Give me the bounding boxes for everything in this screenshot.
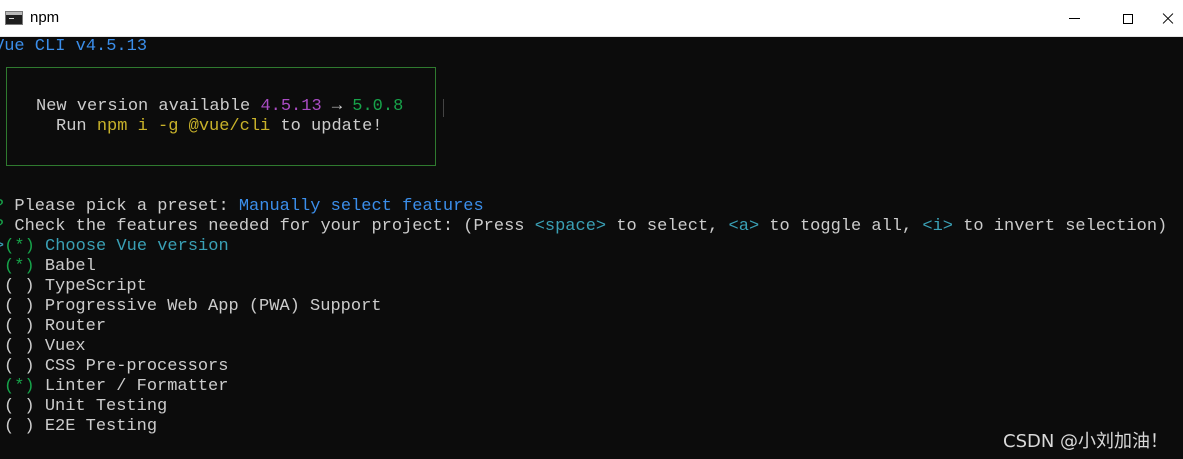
- close-button[interactable]: [1153, 0, 1183, 37]
- option-label: Unit Testing: [44, 397, 168, 416]
- option-checkbox[interactable]: (*): [4, 257, 35, 276]
- option-row-babel[interactable]: (*) Babel: [4, 257, 96, 277]
- update-command: npm i -g @vue/cli: [96, 117, 271, 136]
- option-row-e2e-testing[interactable]: ( ) E2E Testing: [4, 417, 157, 437]
- notice-suffix-text: to update!: [270, 117, 383, 136]
- invert-hint: to invert selection): [953, 217, 1168, 236]
- maximize-icon: [1123, 13, 1133, 24]
- toggle-hint: to toggle all,: [759, 217, 923, 236]
- option-label: CSS Pre-processors: [44, 357, 229, 376]
- minimize-button[interactable]: [1051, 0, 1097, 37]
- option-row-unit-testing[interactable]: ( ) Unit Testing: [4, 397, 167, 417]
- preset-answer: Manually select features: [238, 197, 484, 216]
- option-checkbox[interactable]: ( ): [4, 357, 35, 376]
- option-checkbox[interactable]: ( ): [4, 397, 35, 416]
- terminal-output: Vue CLI v4.5.13 New version available 4.…: [0, 37, 1183, 459]
- option-label: Linter / Formatter: [44, 377, 229, 396]
- option-label: Vuex: [44, 337, 86, 356]
- option-checkbox[interactable]: (*): [4, 237, 35, 256]
- option-checkbox[interactable]: (*): [4, 377, 35, 396]
- notice-run-text: Run: [56, 117, 97, 136]
- option-label: Babel: [44, 257, 96, 276]
- key-a-hint: <a>: [728, 217, 760, 236]
- terminal-icon: [5, 11, 23, 25]
- window-titlebar: npm: [0, 0, 1183, 37]
- option-checkbox[interactable]: ( ): [4, 317, 35, 336]
- option-label: Choose Vue version: [45, 237, 229, 256]
- option-label: E2E Testing: [44, 417, 158, 436]
- option-row-pwa[interactable]: ( ) Progressive Web App (PWA) Support: [4, 297, 381, 317]
- option-row-vuex[interactable]: ( ) Vuex: [4, 337, 86, 357]
- option-row-linter[interactable]: (*) Linter / Formatter: [4, 377, 228, 397]
- cli-header: Vue CLI v4.5.13: [0, 37, 148, 56]
- option-row-router[interactable]: ( ) Router: [4, 317, 106, 337]
- window-title: npm: [30, 9, 60, 26]
- features-prompt: ? Check the features needed for your pro…: [0, 217, 1167, 237]
- option-checkbox[interactable]: ( ): [4, 337, 35, 356]
- new-version: 5.0.8: [352, 97, 404, 116]
- notice-divider: [443, 99, 444, 117]
- features-question: Check the features needed for your proje…: [4, 217, 535, 236]
- option-checkbox[interactable]: ( ): [4, 417, 35, 436]
- close-icon: [1162, 13, 1174, 25]
- notice-text: New version available: [36, 97, 261, 116]
- select-hint: to select,: [606, 217, 729, 236]
- option-row-choose-vue-version[interactable]: >(*) Choose Vue version: [0, 237, 229, 257]
- current-version: 4.5.13: [260, 97, 322, 116]
- minimize-icon: [1068, 18, 1080, 19]
- option-checkbox[interactable]: ( ): [4, 297, 35, 316]
- preset-question: Please pick a preset:: [4, 197, 239, 216]
- maximize-button[interactable]: [1105, 0, 1151, 37]
- option-row-typescript[interactable]: ( ) TypeScript: [4, 277, 147, 297]
- update-notice-line2: Run npm i -g @vue/cli to update!: [56, 117, 382, 137]
- option-row-css-preprocessors[interactable]: ( ) CSS Pre-processors: [4, 357, 228, 377]
- option-label: Router: [44, 317, 107, 336]
- key-space-hint: <space>: [534, 217, 607, 236]
- option-checkbox[interactable]: ( ): [4, 277, 35, 296]
- option-label: Progressive Web App (PWA) Support: [44, 297, 382, 316]
- preset-prompt: ? Please pick a preset: Manually select …: [0, 197, 484, 217]
- version-arrow: →: [321, 97, 353, 116]
- watermark: CSDN @小刘加油！: [1003, 431, 1169, 452]
- key-i-hint: <i>: [922, 217, 953, 236]
- update-notice-line1: New version available 4.5.13 → 5.0.8: [36, 97, 403, 117]
- option-label: TypeScript: [44, 277, 147, 296]
